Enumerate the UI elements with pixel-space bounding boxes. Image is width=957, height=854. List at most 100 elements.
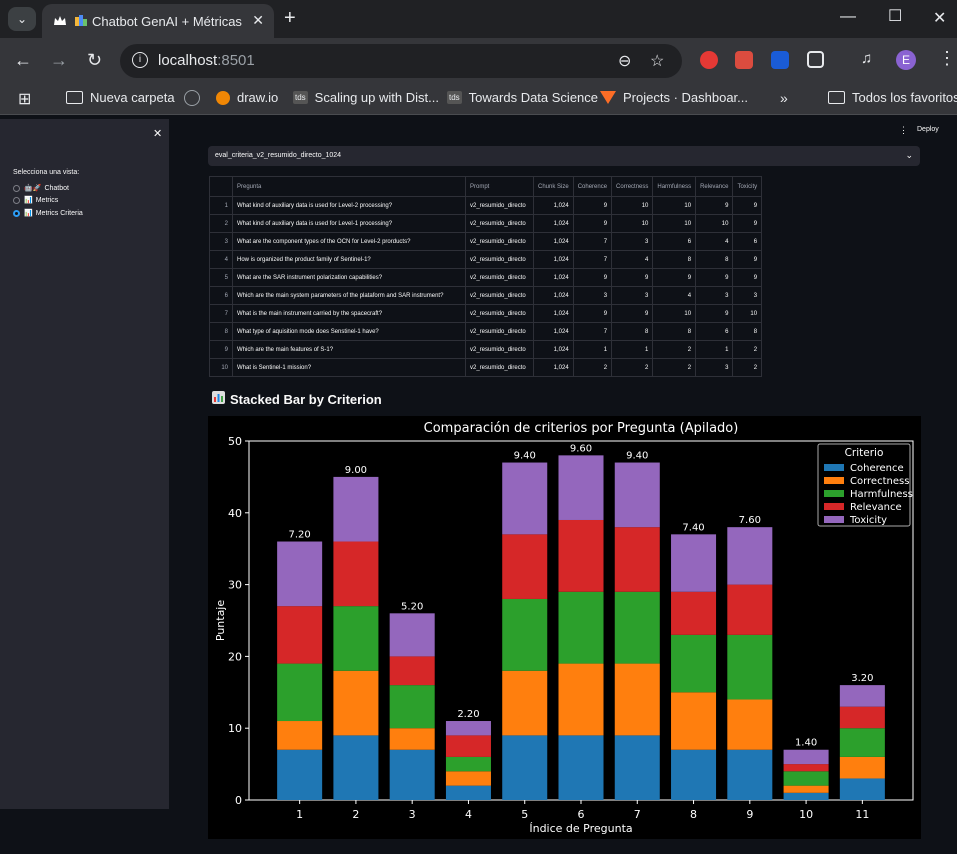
table-row[interactable]: 6 Which are the main system parameters of… [209, 286, 763, 305]
table-cell[interactable]: 6 [652, 232, 697, 251]
column-header[interactable]: Harmfulness [652, 176, 697, 197]
table-cell[interactable]: 8 [611, 322, 654, 341]
table-cell[interactable]: 1 [611, 340, 654, 359]
new-tab-icon[interactable]: + [284, 7, 296, 30]
table-cell[interactable]: 7 [572, 322, 613, 341]
table-cell[interactable]: v2_resumido_directo [465, 232, 534, 251]
table-cell[interactable]: 1,024 [533, 196, 574, 215]
column-header[interactable]: Prompt [465, 176, 534, 197]
window-close-icon[interactable]: ✕ [933, 8, 946, 28]
row-index[interactable]: 4 [209, 250, 233, 269]
table-cell[interactable]: Which are the main features of S-1? [232, 340, 466, 359]
table-cell[interactable]: 8 [695, 250, 734, 269]
table-cell[interactable]: 9 [611, 304, 654, 323]
table-cell[interactable]: 1,024 [533, 214, 574, 233]
reload-icon[interactable]: ↻ [87, 50, 102, 71]
table-cell[interactable]: 10 [611, 196, 654, 215]
table-cell[interactable]: 6 [695, 322, 734, 341]
table-cell[interactable]: 10 [652, 214, 697, 233]
all-bookmarks[interactable]: Todos los favoritos [828, 90, 957, 105]
apps-grid-icon[interactable]: ⊞ [18, 89, 31, 109]
adblock-extension-icon[interactable] [700, 51, 718, 69]
deploy-button[interactable]: Deploy [917, 126, 939, 133]
table-cell[interactable]: 9 [611, 268, 654, 287]
table-cell[interactable]: What kind of auxiliary data is used for … [232, 214, 466, 233]
zoom-icon[interactable]: ⊖ [618, 51, 631, 71]
table-cell[interactable]: v2_resumido_directo [465, 286, 534, 305]
table-cell[interactable]: 10 [652, 304, 697, 323]
column-header[interactable]: Coherence [572, 176, 613, 197]
table-cell[interactable]: 4 [652, 286, 697, 305]
table-cell[interactable]: What are the SAR instrument polarization… [232, 268, 466, 287]
table-cell[interactable]: 1,024 [533, 340, 574, 359]
table-cell[interactable]: 1,024 [533, 250, 574, 269]
row-index[interactable]: 10 [209, 358, 233, 377]
table-cell[interactable]: 2 [652, 340, 697, 359]
table-cell[interactable]: 8 [652, 250, 697, 269]
table-cell[interactable]: 1,024 [533, 322, 574, 341]
bookmark-scaling-up[interactable]: tds Scaling up with Dist... [293, 90, 439, 105]
radio-option-metrics[interactable]: 📊 Metrics [13, 196, 58, 204]
row-index[interactable]: 5 [209, 268, 233, 287]
table-cell[interactable]: 4 [695, 232, 734, 251]
close-sidebar-icon[interactable]: ✕ [153, 127, 162, 140]
table-cell[interactable]: v2_resumido_directo [465, 322, 534, 341]
radio-dot[interactable] [13, 184, 20, 192]
table-cell[interactable]: What kind of auxiliary data is used for … [232, 196, 466, 215]
table-cell[interactable]: 4 [611, 250, 654, 269]
table-cell[interactable]: 3 [611, 286, 654, 305]
row-index[interactable]: 1 [209, 196, 233, 215]
table-cell[interactable]: 9 [695, 268, 734, 287]
maximize-icon[interactable]: ☐ [888, 6, 902, 26]
site-info-icon[interactable]: i [132, 52, 148, 68]
column-header[interactable] [209, 176, 233, 197]
table-row[interactable]: 7 What is the main instrument carried by … [209, 304, 763, 323]
table-cell[interactable]: 9 [572, 214, 613, 233]
table-cell[interactable]: v2_resumido_directo [465, 214, 534, 233]
table-cell[interactable]: What are the component types of the OCN … [232, 232, 466, 251]
column-header[interactable]: Pregunta [232, 176, 466, 197]
table-cell[interactable]: v2_resumido_directo [465, 340, 534, 359]
table-row[interactable]: 2 What kind of auxiliary data is used for… [209, 214, 763, 233]
close-tab-icon[interactable]: ✕ [252, 12, 264, 29]
table-cell[interactable]: 9 [732, 214, 763, 233]
radio-dot-selected[interactable] [13, 209, 20, 217]
table-cell[interactable]: 7 [572, 250, 613, 269]
table-cell[interactable]: 2 [611, 358, 654, 377]
table-cell[interactable]: 3 [611, 232, 654, 251]
table-cell[interactable]: 3 [695, 358, 734, 377]
row-index[interactable]: 7 [209, 304, 233, 323]
table-cell[interactable]: 9 [732, 196, 763, 215]
table-cell[interactable]: v2_resumido_directo [465, 196, 534, 215]
table-cell[interactable]: v2_resumido_directo [465, 358, 534, 377]
address-bar[interactable]: i localhost:8501 ⊖ ☆ [120, 44, 682, 78]
criteria-dataframe[interactable]: Pregunta Prompt Chunk Size Coherence Cor… [209, 176, 763, 377]
table-cell[interactable]: Which are the main system parameters of … [232, 286, 466, 305]
table-cell[interactable]: 9 [572, 304, 613, 323]
browser-menu-icon[interactable]: ⋮ [938, 48, 956, 69]
table-cell[interactable]: 8 [732, 322, 763, 341]
bookmark-gitlab-projects[interactable]: Projects · Dashboar... [600, 90, 748, 105]
radio-option-metrics-criteria[interactable]: 📊 Metrics Criteria [13, 209, 83, 217]
table-row[interactable]: 3 What are the component types of the OCN… [209, 232, 763, 251]
bookmark-towards-data-science[interactable]: tds Towards Data Science [447, 90, 598, 105]
table-cell[interactable]: v2_resumido_directo [465, 250, 534, 269]
table-cell[interactable]: 1,024 [533, 286, 574, 305]
table-cell[interactable]: 10 [695, 214, 734, 233]
radio-dot[interactable] [13, 196, 20, 204]
bookmark-star-icon[interactable]: ☆ [650, 51, 664, 71]
table-cell[interactable]: 2 [572, 358, 613, 377]
bitwarden-extension-icon[interactable] [771, 51, 789, 69]
media-control-icon[interactable]: ♫ [861, 50, 872, 67]
extensions-puzzle-icon[interactable] [807, 51, 824, 68]
table-cell[interactable]: 9 [572, 268, 613, 287]
table-cell[interactable]: 2 [732, 358, 763, 377]
table-cell[interactable]: 2 [732, 340, 763, 359]
table-cell[interactable]: 10 [611, 214, 654, 233]
bookmark-drawio[interactable]: draw.io [216, 90, 278, 105]
table-row[interactable]: 9 Which are the main features of S-1? v2_r… [209, 340, 763, 359]
table-cell[interactable]: 3 [732, 286, 763, 305]
bookmark-globe[interactable] [184, 90, 207, 106]
column-header[interactable]: Relevance [695, 176, 734, 197]
table-cell[interactable]: 9 [732, 268, 763, 287]
